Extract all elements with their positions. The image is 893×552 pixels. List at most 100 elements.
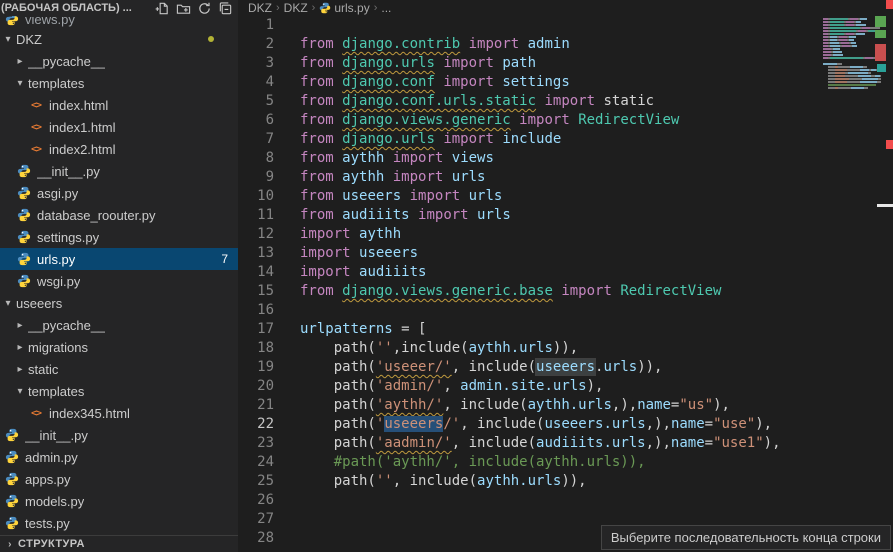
line-number[interactable]: 22 xyxy=(238,415,274,434)
tree-file-wsgi-py[interactable]: wsgi.py xyxy=(0,270,238,292)
code-line-5[interactable]: 5from django.conf.urls.static import sta… xyxy=(238,92,893,111)
line-number[interactable]: 27 xyxy=(238,510,274,529)
code-line-23[interactable]: 23 path('aadmin/', include(audiiits.urls… xyxy=(238,434,893,453)
tree-folder-static[interactable]: ▸static xyxy=(0,358,238,380)
code-line-4[interactable]: 4from django.conf import settings xyxy=(238,73,893,92)
code-line-18[interactable]: 18 path('',include(aythh.urls)), xyxy=(238,339,893,358)
refresh-icon[interactable] xyxy=(195,0,213,16)
gutter-space xyxy=(274,54,300,73)
tree-folder-useeers[interactable]: ▾useeers xyxy=(0,292,238,314)
code-line-25[interactable]: 25 path('', include(aythh.urls)), xyxy=(238,472,893,491)
line-number[interactable]: 11 xyxy=(238,206,274,225)
code-line-1[interactable]: 1 xyxy=(238,16,893,35)
tree-file-apps-py[interactable]: apps.py xyxy=(0,468,238,490)
code-line-20[interactable]: 20 path('admin/', admin.site.urls), xyxy=(238,377,893,396)
code-line-12[interactable]: 12import aythh xyxy=(238,225,893,244)
line-number[interactable]: 26 xyxy=(238,491,274,510)
line-number[interactable]: 13 xyxy=(238,244,274,263)
overview-ruler-mark xyxy=(877,64,886,72)
line-number[interactable]: 4 xyxy=(238,73,274,92)
collapse-all-icon[interactable] xyxy=(216,0,234,16)
breadcrumb-item[interactable]: ... xyxy=(381,1,391,15)
line-number[interactable]: 28 xyxy=(238,529,274,548)
line-number[interactable]: 18 xyxy=(238,339,274,358)
tree-folder-dkz[interactable]: ▾DKZ xyxy=(0,28,238,50)
code-area[interactable]: 12from django.contrib import admin3from … xyxy=(238,16,893,548)
breadcrumb-item[interactable]: DKZ xyxy=(248,1,272,15)
tree-folder-migrations[interactable]: ▸migrations xyxy=(0,336,238,358)
breadcrumb-item[interactable]: urls.py xyxy=(319,1,369,15)
breadcrumb-item[interactable]: DKZ xyxy=(284,1,308,15)
new-file-icon[interactable] xyxy=(153,0,171,16)
file-label: index1.html xyxy=(49,120,115,135)
tree-file-init-py[interactable]: __init__.py xyxy=(0,160,238,182)
code-line-24[interactable]: 24 #path('aythh/', include(aythh.urls)), xyxy=(238,453,893,472)
code-line-6[interactable]: 6from django.views.generic import Redire… xyxy=(238,111,893,130)
line-number[interactable]: 20 xyxy=(238,377,274,396)
line-number[interactable]: 6 xyxy=(238,111,274,130)
tree-file-index-html[interactable]: <>index.html xyxy=(0,94,238,116)
line-number[interactable]: 7 xyxy=(238,130,274,149)
tree-file-asgi-py[interactable]: asgi.py xyxy=(0,182,238,204)
file-label: __pycache__ xyxy=(28,54,105,69)
workspace-section-header[interactable]: (РАБОЧАЯ ОБЛАСТЬ) ... xyxy=(0,0,238,16)
code-line-9[interactable]: 9from aythh import urls xyxy=(238,168,893,187)
code-line-22[interactable]: 22 path('useeers/', include(useeers.urls… xyxy=(238,415,893,434)
tree-folder-pycache[interactable]: ▸__pycache__ xyxy=(0,314,238,336)
line-number[interactable]: 1 xyxy=(238,16,274,35)
tree-file-urls-py[interactable]: urls.py7 xyxy=(0,248,238,270)
tree-file-database-roouter-py[interactable]: database_roouter.py xyxy=(0,204,238,226)
tree-file-index1-html[interactable]: <>index1.html xyxy=(0,116,238,138)
code-line-21[interactable]: 21 path('aythh/', include(aythh.urls,),n… xyxy=(238,396,893,415)
chevron-right-icon: › xyxy=(312,2,316,14)
line-number[interactable]: 16 xyxy=(238,301,274,320)
line-number[interactable]: 24 xyxy=(238,453,274,472)
code-line-19[interactable]: 19 path('useeer/', include(useeers.urls)… xyxy=(238,358,893,377)
line-number[interactable]: 2 xyxy=(238,35,274,54)
tree-file-tests-py[interactable]: tests.py xyxy=(0,512,238,534)
gutter-space xyxy=(274,111,300,130)
line-number[interactable]: 3 xyxy=(238,54,274,73)
new-folder-icon[interactable] xyxy=(174,0,192,16)
line-number[interactable]: 23 xyxy=(238,434,274,453)
code-line-15[interactable]: 15from django.views.generic.base import … xyxy=(238,282,893,301)
line-number[interactable]: 5 xyxy=(238,92,274,111)
code-line-16[interactable]: 16 xyxy=(238,301,893,320)
tree-file-index345-html[interactable]: <>index345.html xyxy=(0,402,238,424)
tree-folder-templates[interactable]: ▾templates xyxy=(0,72,238,94)
tree-folder-pycache[interactable]: ▸__pycache__ xyxy=(0,50,238,72)
line-number[interactable]: 10 xyxy=(238,187,274,206)
line-text: import useeers xyxy=(300,244,418,263)
tree-file-settings-py[interactable]: settings.py xyxy=(0,226,238,248)
tree-file-models-py[interactable]: models.py xyxy=(0,490,238,512)
code-line-14[interactable]: 14import audiiits xyxy=(238,263,893,282)
line-number[interactable]: 19 xyxy=(238,358,274,377)
tree-file-admin-py[interactable]: admin.py xyxy=(0,446,238,468)
code-line-13[interactable]: 13 import useeers xyxy=(238,244,893,263)
code-line-11[interactable]: 11from audiiits import urls xyxy=(238,206,893,225)
line-number[interactable]: 25 xyxy=(238,472,274,491)
tree-folder-templates[interactable]: ▾templates xyxy=(0,380,238,402)
line-number[interactable]: 15 xyxy=(238,282,274,301)
tree-file-init-py[interactable]: __init__.py xyxy=(0,424,238,446)
tree-file-index2-html[interactable]: <>index2.html xyxy=(0,138,238,160)
file-label: admin.py xyxy=(25,450,78,465)
line-text: path('useeer/', include(useeers.urls)), xyxy=(300,358,663,377)
tree-file-views-py[interactable]: views.py xyxy=(0,16,238,28)
code-line-2[interactable]: 2from django.contrib import admin xyxy=(238,35,893,54)
line-text: from django.urls import include xyxy=(300,130,561,149)
code-line-26[interactable]: 26 xyxy=(238,491,893,510)
outline-section-header[interactable]: › СТРУКТУРА xyxy=(0,535,238,552)
code-line-17[interactable]: 17urlpatterns = [ xyxy=(238,320,893,339)
code-line-7[interactable]: 7 from django.urls import include xyxy=(238,130,893,149)
line-number[interactable]: 21 xyxy=(238,396,274,415)
code-line-10[interactable]: 10from useeers import urls xyxy=(238,187,893,206)
line-number[interactable]: 17 xyxy=(238,320,274,339)
code-line-3[interactable]: 3from django.urls import path xyxy=(238,54,893,73)
code-line-8[interactable]: 8from aythh import views xyxy=(238,149,893,168)
line-number[interactable]: 8 xyxy=(238,149,274,168)
line-number[interactable]: 14 xyxy=(238,263,274,282)
line-number[interactable]: 12 xyxy=(238,225,274,244)
minimap[interactable] xyxy=(823,15,881,99)
line-number[interactable]: 9 xyxy=(238,168,274,187)
